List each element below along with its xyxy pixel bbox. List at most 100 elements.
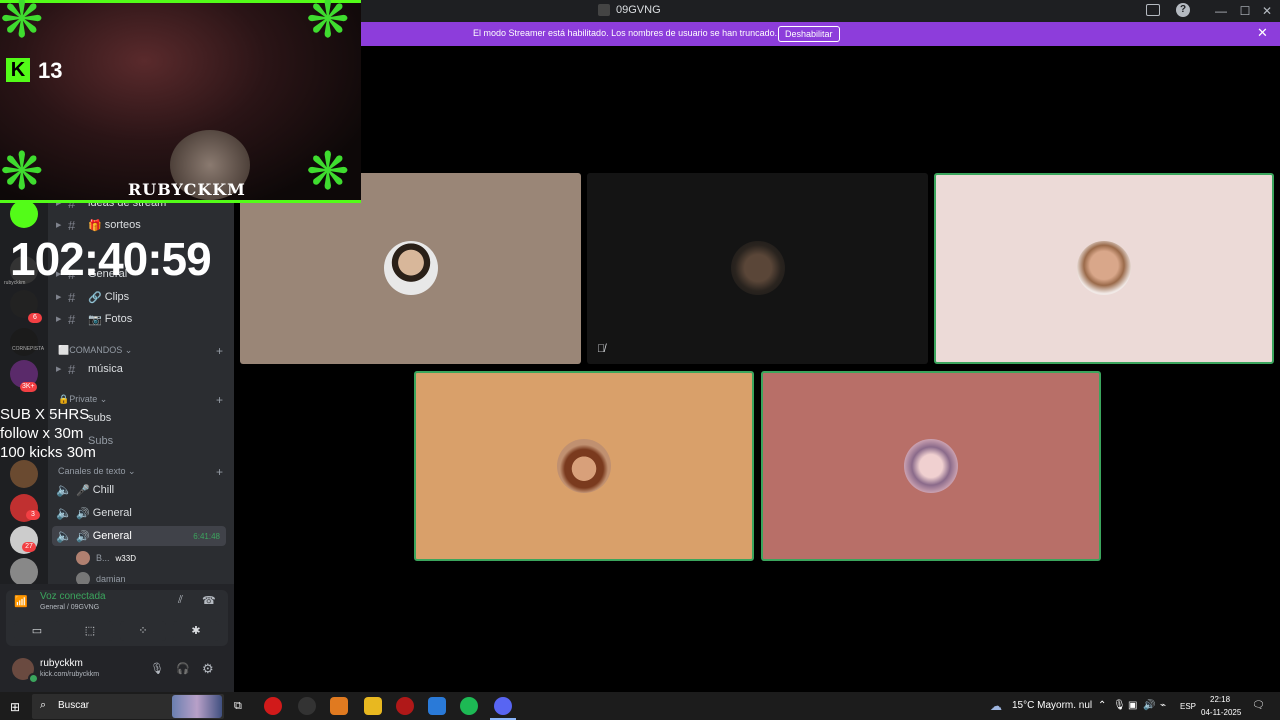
server-icon[interactable] [10,460,38,488]
maximize-button[interactable]: ☐ [1236,3,1254,19]
participant-avatar [904,439,958,493]
voice-member[interactable]: B... w33D [76,548,234,568]
store-icon[interactable] [428,697,446,715]
weather-text[interactable]: 15°C Mayorm. nul [1012,700,1092,711]
help-icon[interactable]: ? [1176,3,1190,17]
language-indicator[interactable]: ESP [1180,702,1196,711]
search-icon: ⌕ [40,699,47,711]
notifications-icon[interactable]: 🗨 [1252,700,1265,711]
square-icon: ⬜ [58,345,70,355]
server-icon[interactable] [10,558,38,586]
notification-badge: 6 [28,313,42,323]
add-channel-icon[interactable]: + [216,465,223,479]
channel-emoji: 🎁 [88,219,102,232]
participant-avatar [731,241,785,295]
microphone-icon[interactable]: 🎙 [150,662,164,675]
taskbar-search[interactable]: ⌕ Buscar [32,694,224,719]
participant-avatar [1077,241,1131,295]
spotify-icon[interactable] [460,697,478,715]
voice-timer: 6:41:48 [193,531,220,541]
webcam-overlay: ❋ ❋ ❋ ❋ K 13 RUBYCKKM [0,0,361,203]
volume-icon[interactable]: 🔊 [1143,700,1155,711]
notification-badge: 3K+ [20,382,37,392]
member-tag: w33D [115,553,136,563]
category-comandos[interactable]: ⬜COMANDOS ⌄ + [58,344,223,358]
server-label: CORNEPISTA [12,346,45,352]
app-icon[interactable] [396,697,414,715]
kick-count: 13 [38,58,63,83]
category-canales-de-texto[interactable]: Canales de texto ⌄ + [58,465,223,479]
channel-item-clips[interactable]: ▶ # 🔗 Clips [56,287,226,307]
noise-suppression-icon[interactable]: ⫽ [178,594,183,607]
windows-start-icon[interactable]: ⊞ [10,700,20,714]
channel-label: música [88,363,123,375]
app-icon[interactable] [330,697,348,715]
category-label: Canales de texto [58,466,126,476]
soundboard-button[interactable]: ✱ [173,621,219,641]
file-explorer-icon[interactable] [364,697,382,715]
banner-close-icon[interactable]: ✕ [1257,25,1268,41]
app-tray-icon[interactable]: ▣ [1128,700,1137,711]
notification-badge: 27 [22,542,36,552]
tray-chevron-icon[interactable]: ⌃ [1098,700,1106,711]
video-tile[interactable]: 🎙̸ [587,173,928,364]
channel-label: sorteos [104,219,141,231]
settings-gear-icon[interactable]: ⚙ [202,661,214,677]
opera-icon[interactable] [264,697,282,715]
channel-item-subs[interactable]: subs [88,408,234,428]
mic-icon: 🎤 [76,484,90,497]
add-channel-icon[interactable]: + [216,344,223,358]
channel-item-subs[interactable]: Subs [88,431,234,451]
add-channel-icon[interactable]: + [216,393,223,407]
video-tile[interactable] [414,371,754,561]
voice-status: Voz conectada [40,591,106,602]
voice-member[interactable]: damian [76,569,234,584]
voice-channel-chill[interactable]: 🔈 🎤 Chill [56,480,226,500]
leaf-icon: ❋ [0,0,44,49]
goal-text: SUB X 5HRS [0,406,90,423]
channel-label: subs [88,412,112,424]
close-window-button[interactable]: ✕ [1258,3,1276,19]
online-status-icon [28,673,39,684]
activities-button[interactable]: ⁘ [120,621,166,641]
avatar [76,551,90,565]
disable-streamer-mode-button[interactable]: Deshabilitar [778,26,840,42]
video-tile[interactable] [934,173,1274,364]
leaf-icon: ❋ [306,0,350,49]
obs-icon[interactable] [298,697,316,715]
mic-tray-icon[interactable]: 🎙 [1113,700,1126,711]
channel-item-fotos[interactable]: ▶ # 📷 Fotos [56,309,226,329]
screen-share-button[interactable]: ⬚ [67,621,113,641]
disconnect-icon[interactable]: ☎ [202,594,216,607]
voice-channel-general-active[interactable]: 🔈 🔊 General 6:41:48 [52,526,226,546]
notification-badge: 3 [26,510,40,520]
channel-item-musica[interactable]: ▶ # música [56,359,226,379]
kick-logo-icon: K [6,58,30,82]
server-icon[interactable] [10,200,38,228]
video-tile[interactable] [761,371,1101,561]
clock-date[interactable]: 04-11-2025 [1201,708,1241,717]
window-title: 09GVNG [616,4,661,16]
banner-message: El modo Streamer está habilitado. Los no… [473,28,778,38]
link-icon: 🔗 [88,291,102,304]
task-view-icon[interactable]: ⧉ [234,700,242,713]
category-private[interactable]: 🔒Private ⌄ + [58,393,223,407]
app-icon [598,4,610,16]
clock-time[interactable]: 22:18 [1210,695,1230,704]
channel-label: Chill [92,484,115,496]
speaker-icon: 🔊 [76,530,90,543]
subathon-timer: 102:40:59 [10,233,212,285]
camera-icon: 📷 [88,313,102,326]
minimize-button[interactable]: — [1212,3,1230,19]
goal-text: follow x 30m [0,425,84,442]
voice-channel-general[interactable]: 🔈 🔊 General [56,503,226,523]
channel-label: General [92,507,132,519]
camera-off-button[interactable]: ▭ [14,621,60,641]
muted-mic-icon: 🎙̸ [597,343,606,355]
network-icon[interactable]: ⌁ [1160,700,1166,711]
inbox-icon[interactable] [1146,4,1160,16]
voice-channel-name[interactable]: General / 09GVNG [40,604,99,611]
username[interactable]: rubyckkm [40,658,83,669]
headphones-icon[interactable]: 🎧 [176,662,190,675]
discord-icon[interactable] [494,697,512,715]
